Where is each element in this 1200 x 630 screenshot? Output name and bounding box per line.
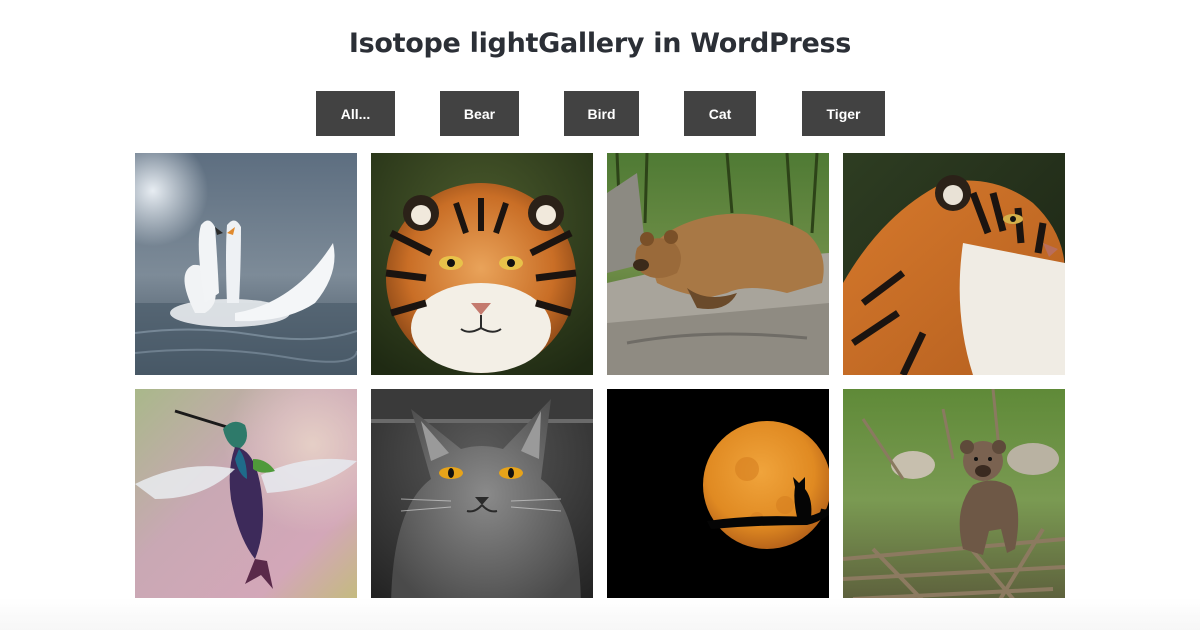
- gallery-item-hummingbird[interactable]: [135, 389, 357, 611]
- bear-cub-image: [843, 389, 1065, 611]
- grey-cat-image: [371, 389, 593, 611]
- gallery-grid: [0, 0, 1200, 630]
- hummingbird-image: [135, 389, 357, 611]
- gallery-item-grey-cat[interactable]: [371, 389, 593, 611]
- gallery-item-tiger-profile[interactable]: [843, 153, 1065, 375]
- tiger-face-image: [371, 153, 593, 375]
- gallery-item-swans[interactable]: [135, 153, 357, 375]
- page-bottom-fade: [0, 598, 1200, 630]
- swans-image: [135, 153, 357, 375]
- gallery-item-bear-cub[interactable]: [843, 389, 1065, 611]
- bear-rock-image: [607, 153, 829, 375]
- gallery-item-bear-rock[interactable]: [607, 153, 829, 375]
- tiger-profile-image: [843, 153, 1065, 375]
- gallery-item-tiger-face[interactable]: [371, 153, 593, 375]
- gallery-item-moon-cat[interactable]: [607, 389, 829, 611]
- moon-cat-image: [607, 389, 829, 611]
